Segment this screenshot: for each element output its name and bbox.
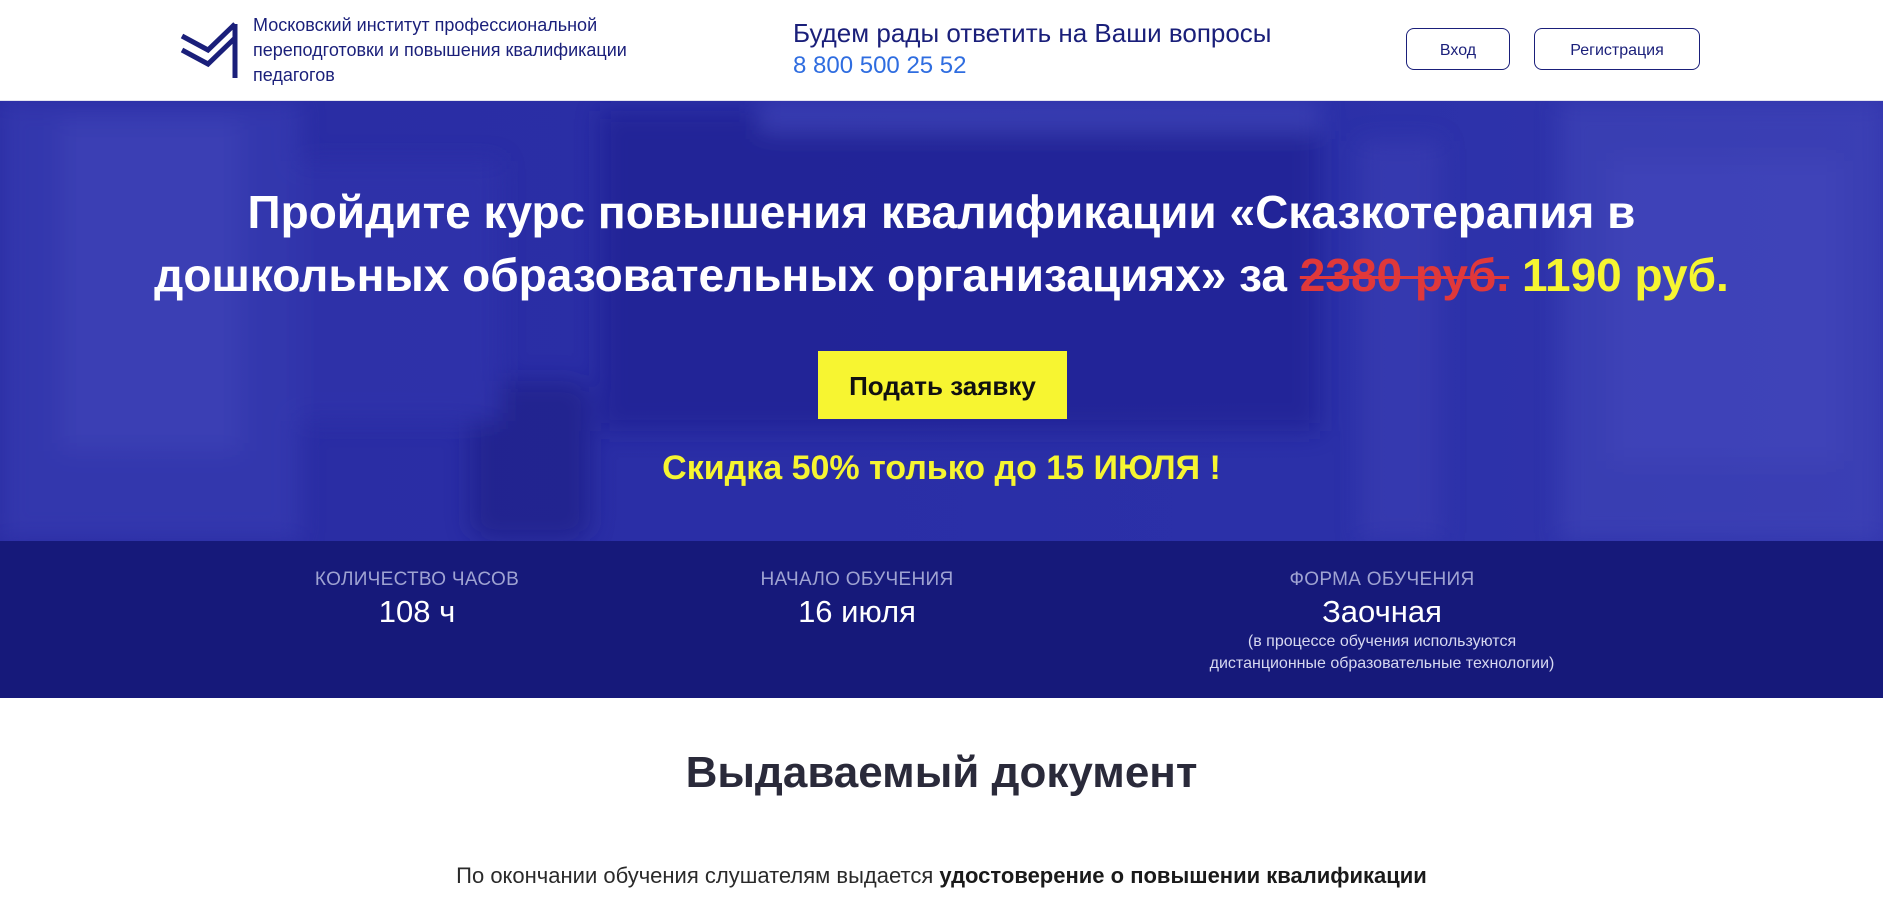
document-type: удостоверение о повышении квалификации [939, 863, 1427, 888]
apply-button[interactable]: Подать заявку [818, 351, 1067, 419]
form-value: Заочная [1322, 594, 1442, 629]
form-note-line-2: дистанционные образовательные технологии… [1209, 655, 1555, 672]
document-section-title: Выдаваемый документ [685, 748, 1198, 797]
start-info: НАЧАЛО ОБУЧЕНИЯ 16 июля [737, 567, 977, 631]
hours-info: КОЛИЧЕСТВО ЧАСОВ 108 ч [297, 567, 537, 631]
document-description: По окончании обучения слушателям выдаетс… [0, 862, 1883, 890]
document-text-prefix: По окончании обучения слушателям выдаетс… [456, 863, 934, 888]
site-header: Московский институт профессиональной пер… [0, 0, 1883, 101]
contact-block: Будем рады ответить на Ваши вопросы 8 80… [793, 16, 1272, 82]
contact-text: Будем рады ответить на Ваши вопросы [793, 18, 1272, 48]
register-button[interactable]: Регистрация [1534, 28, 1700, 70]
phone-link[interactable]: 8 800 500 25 52 [793, 50, 1272, 82]
new-price: 1190 руб. [1521, 249, 1729, 301]
start-value: 16 июля [798, 594, 916, 629]
form-note-line-1: (в процессе обучения используются [1247, 633, 1517, 650]
form-info: ФОРМА ОБУЧЕНИЯ Заочная (в процессе обуче… [1182, 567, 1582, 675]
login-button[interactable]: Вход [1406, 28, 1510, 70]
start-label: НАЧАЛО ОБУЧЕНИЯ [760, 569, 954, 590]
hours-label: КОЛИЧЕСТВО ЧАСОВ [314, 569, 520, 590]
course-info-strip: КОЛИЧЕСТВО ЧАСОВ 108 ч НАЧАЛО ОБУЧЕНИЯ 1… [0, 541, 1883, 698]
form-label: ФОРМА ОБУЧЕНИЯ [1289, 569, 1475, 590]
old-price: 2380 руб. [1299, 249, 1510, 301]
discount-banner: Скидка 50% только до 15 ИЮЛЯ ! [662, 449, 1221, 487]
institute-name[interactable]: Московский институт профессиональной пер… [253, 13, 683, 88]
hero-section: Пройдите курс повышения квалификации «Ск… [0, 101, 1883, 541]
hours-value: 108 ч [378, 594, 456, 629]
institute-logo-icon[interactable] [180, 20, 240, 80]
course-headline: Пройдите курс повышения квалификации «Ск… [120, 181, 1763, 307]
